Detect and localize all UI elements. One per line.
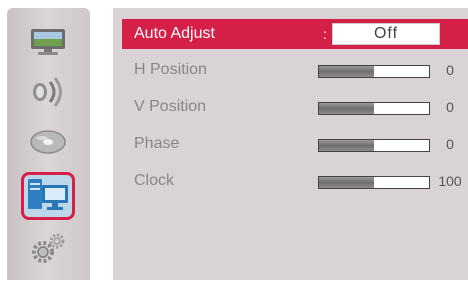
settings-panel: Auto Adjust : Off H Position 0 V Positio… xyxy=(113,8,468,280)
v-position-value: 0 xyxy=(446,99,454,115)
sidebar xyxy=(7,8,90,280)
phase-label: Phase xyxy=(134,135,180,152)
phase-row[interactable]: Phase 0 xyxy=(113,129,468,159)
h-position-row[interactable]: H Position 0 xyxy=(113,55,468,85)
v-position-label: V Position xyxy=(134,98,207,115)
clock-value: 100 xyxy=(438,173,462,189)
v-position-slider-fill xyxy=(319,103,374,114)
clock-slider[interactable] xyxy=(318,176,430,189)
gears-icon[interactable] xyxy=(27,230,69,266)
auto-adjust-row[interactable]: Auto Adjust : Off xyxy=(122,19,468,49)
auto-adjust-separator: : xyxy=(323,26,327,42)
phase-slider[interactable] xyxy=(318,139,430,152)
phase-slider-fill xyxy=(319,140,374,151)
h-position-value: 0 xyxy=(446,62,454,78)
audio-icon[interactable] xyxy=(27,74,69,110)
computer-icon[interactable] xyxy=(21,172,75,220)
disc-icon[interactable] xyxy=(27,124,69,160)
clock-slider-fill xyxy=(319,177,374,188)
monitor-icon[interactable] xyxy=(27,24,69,60)
clock-label: Clock xyxy=(134,172,175,189)
h-position-slider[interactable] xyxy=(318,65,430,78)
v-position-slider[interactable] xyxy=(318,102,430,115)
h-position-label: H Position xyxy=(134,61,207,78)
auto-adjust-value[interactable]: Off xyxy=(332,23,440,45)
phase-value: 0 xyxy=(446,136,454,152)
clock-row[interactable]: Clock 100 xyxy=(113,166,468,196)
h-position-slider-fill xyxy=(319,66,374,77)
v-position-row[interactable]: V Position 0 xyxy=(113,92,468,122)
auto-adjust-label: Auto Adjust xyxy=(134,25,215,42)
